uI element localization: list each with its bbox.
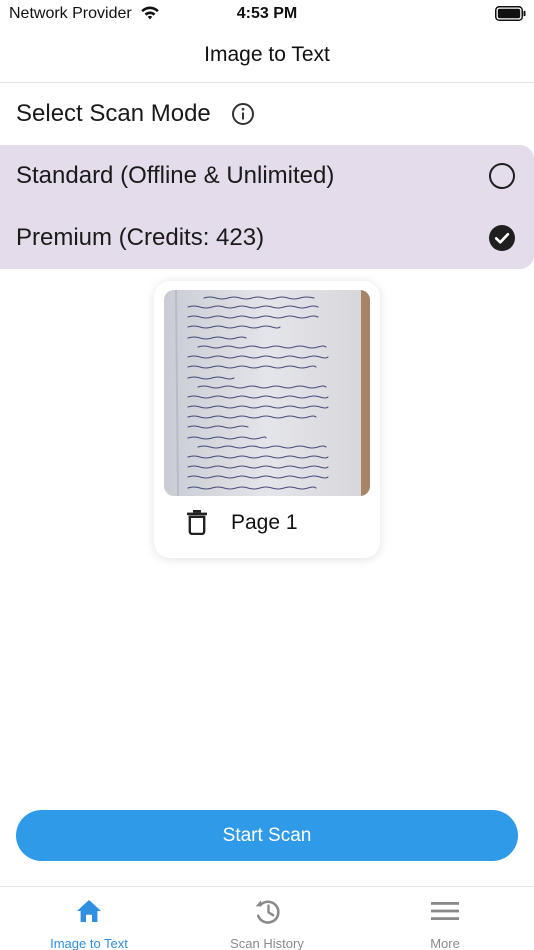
page-thumbnail[interactable] bbox=[164, 290, 370, 496]
scan-mode-option-label: Standard (Offline & Unlimited) bbox=[16, 162, 335, 189]
tab-label: Scan History bbox=[230, 936, 304, 950]
scan-mode-options: Standard (Offline & Unlimited) Premium (… bbox=[0, 145, 534, 269]
page-footer: Page 1 bbox=[154, 509, 380, 539]
scan-mode-label: Select Scan Mode bbox=[16, 100, 211, 127]
trash-icon[interactable] bbox=[186, 509, 208, 535]
tab-bar: Image to Text Scan History More bbox=[0, 886, 534, 950]
info-icon[interactable] bbox=[231, 102, 255, 126]
menu-icon bbox=[431, 902, 459, 920]
status-time: 4:53 PM bbox=[236, 5, 298, 22]
page-label: Page 1 bbox=[231, 511, 298, 534]
battery-icon bbox=[495, 6, 526, 21]
tab-image-to-text[interactable]: Image to Text bbox=[0, 887, 178, 950]
scan-mode-option-label: Premium (Credits: 423) bbox=[16, 224, 265, 251]
status-bar: Network Provider 4:53 PM bbox=[0, 0, 534, 30]
tab-more[interactable]: More bbox=[356, 887, 534, 950]
start-scan-button[interactable]: Start Scan bbox=[16, 810, 518, 861]
radio-checked-icon[interactable] bbox=[489, 225, 515, 251]
history-icon bbox=[255, 900, 280, 924]
tab-label: Image to Text bbox=[50, 936, 128, 950]
tab-scan-history[interactable]: Scan History bbox=[178, 887, 356, 950]
scan-mode-option-standard[interactable]: Standard (Offline & Unlimited) bbox=[0, 145, 534, 207]
tab-label: More bbox=[430, 936, 460, 950]
radio-unchecked-icon[interactable] bbox=[489, 163, 515, 189]
page-card[interactable]: Page 1 bbox=[154, 281, 380, 558]
scan-mode-header: Select Scan Mode bbox=[16, 96, 255, 132]
scan-mode-option-premium[interactable]: Premium (Credits: 423) bbox=[0, 207, 534, 269]
home-icon bbox=[77, 900, 101, 922]
navigation-bar: Image to Text bbox=[0, 30, 534, 83]
page-title: Image to Text bbox=[204, 43, 330, 66]
